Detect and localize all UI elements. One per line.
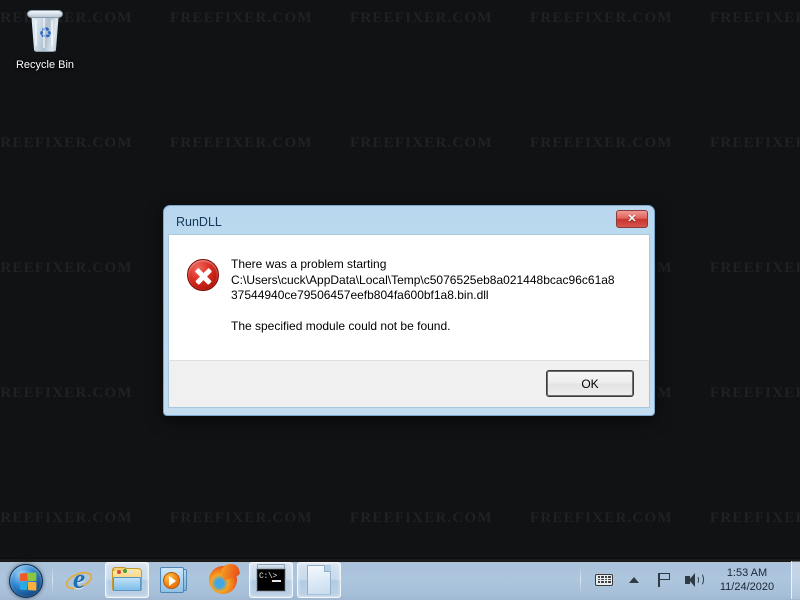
clock-date: 11/24/2020 — [719, 580, 775, 593]
taskbar-divider — [52, 564, 53, 595]
taskbar-button-internet-explorer[interactable]: e — [57, 562, 101, 598]
watermark-text: FREEFIXER.COM — [170, 510, 313, 526]
volume-speaker-icon[interactable] — [684, 569, 704, 591]
close-icon[interactable]: ✕ — [616, 210, 648, 228]
dialog-body: There was a problem starting C:\Users\cu… — [168, 234, 650, 360]
dialog-message: There was a problem starting C:\Users\cu… — [231, 257, 615, 360]
watermark-text: FREEFIXER.COM — [710, 385, 800, 401]
action-center-flag-icon[interactable] — [654, 569, 674, 591]
watermark-text: FREEFIXER.COM — [0, 385, 133, 401]
message-line-1: There was a problem starting — [231, 257, 387, 271]
watermark-text: FREEFIXER.COM — [530, 135, 673, 151]
ok-button[interactable]: OK — [546, 370, 634, 397]
taskbar-button-command-prompt[interactable]: C:\> — [249, 561, 293, 598]
rundll-error-dialog[interactable]: RunDLL ✕ There was a problem starting C:… — [163, 205, 655, 416]
watermark-text: FREEFIXER.COM — [530, 10, 673, 26]
taskbar[interactable]: e C:\> 1:53 AM 11/24/2020 — [0, 558, 800, 600]
command-prompt-icon: C:\> — [256, 563, 286, 592]
watermark-text: FREEFIXER.COM — [170, 10, 313, 26]
taskbar-button-firefox[interactable] — [201, 561, 245, 598]
watermark-text: FREEFIXER.COM — [350, 10, 493, 26]
watermark-text: FREEFIXER.COM — [710, 510, 800, 526]
show-hidden-icons-icon[interactable] — [624, 569, 644, 591]
keyboard-icon[interactable] — [594, 569, 614, 591]
start-button[interactable] — [2, 561, 50, 599]
recycle-bin-icon: ♻ — [21, 8, 69, 56]
system-tray[interactable]: 1:53 AM 11/24/2020 — [580, 560, 800, 599]
message-line-3: 37544940ce79506457eefb804fa600bf1a8.bin.… — [231, 288, 489, 302]
watermark-text: FREEFIXER.COM — [350, 135, 493, 151]
clock-time: 1:53 AM — [726, 566, 768, 579]
watermark-text: FREEFIXER.COM — [170, 135, 313, 151]
message-line-2: C:\Users\cuck\AppData\Local\Temp\c507652… — [231, 272, 615, 287]
windows-start-orb-icon — [9, 563, 43, 598]
document-window-icon — [307, 564, 331, 595]
message-line-4: The specified module could not be found. — [231, 318, 451, 333]
firefox-icon — [209, 561, 241, 594]
show-desktop-button[interactable] — [791, 560, 800, 599]
internet-explorer-icon: e — [63, 564, 95, 595]
dialog-titlebar[interactable]: RunDLL ✕ — [168, 210, 650, 234]
taskbar-button-document-window[interactable] — [297, 561, 341, 598]
watermark-text: FREEFIXER.COM — [530, 510, 673, 526]
error-icon — [187, 259, 219, 291]
media-player-icon — [160, 566, 190, 593]
watermark-text: FREEFIXER.COM — [0, 260, 133, 276]
watermark-text: FREEFIXER.COM — [710, 10, 800, 26]
dialog-footer: OK — [168, 360, 650, 408]
taskbar-button-file-explorer[interactable] — [105, 561, 149, 598]
desktop[interactable]: FREEFIXER.COM FREEFIXER.COM FREEFIXER.COM F… — [0, 0, 800, 600]
file-explorer-icon — [112, 566, 142, 593]
watermark-text: FREEFIXER.COM — [710, 260, 800, 276]
watermark-text: FREEFIXER.COM — [710, 135, 800, 151]
watermark-text: FREEFIXER.COM — [0, 135, 133, 151]
watermark-text: FREEFIXER.COM — [350, 510, 493, 526]
recycle-bin-label: Recycle Bin — [15, 59, 75, 71]
tray-divider — [580, 565, 581, 594]
watermark-text: FREEFIXER.COM — [0, 510, 133, 526]
taskbar-button-media-player[interactable] — [153, 562, 197, 598]
desktop-icon-recycle-bin[interactable]: ♻ Recycle Bin — [8, 8, 82, 72]
dialog-title: RunDLL — [176, 215, 222, 229]
taskbar-clock[interactable]: 1:53 AM 11/24/2020 — [709, 566, 787, 594]
